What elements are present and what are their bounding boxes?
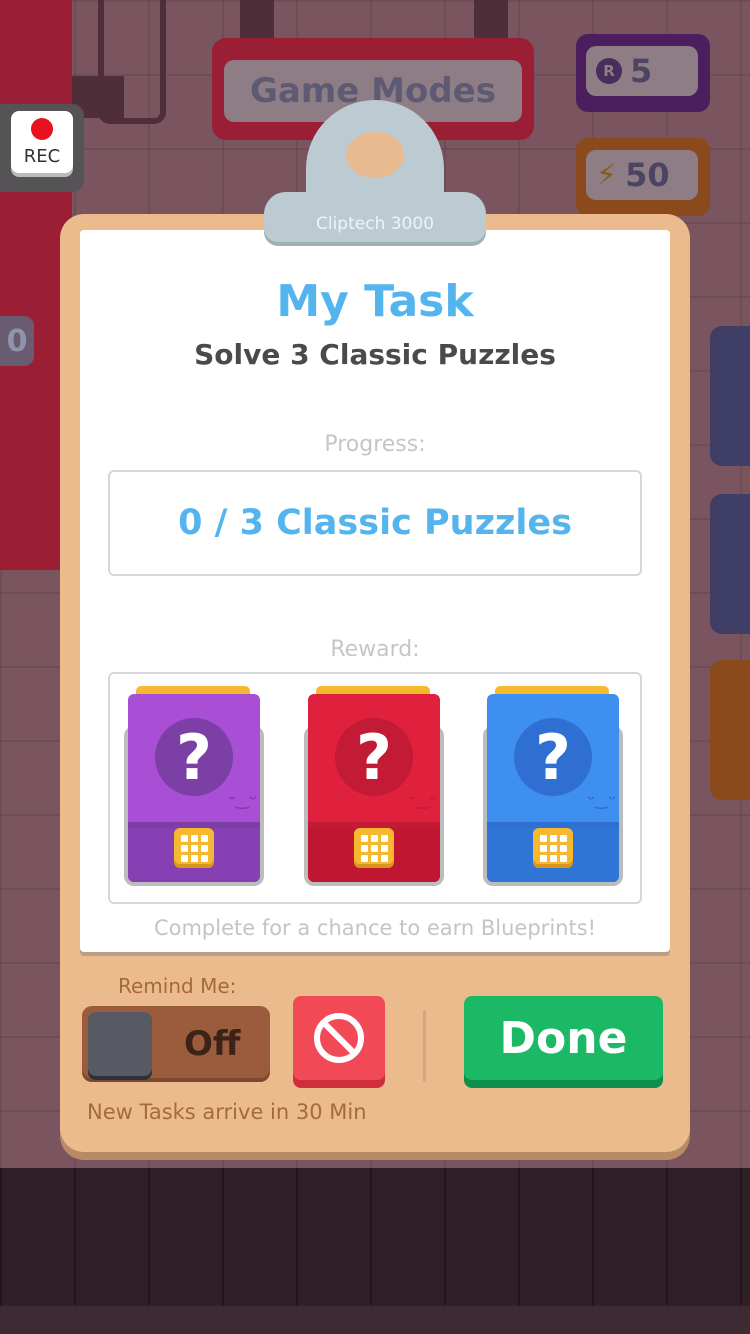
lightning-icon: ⚡: [596, 157, 618, 193]
energy-value: 50: [625, 156, 670, 194]
coin-icon: R: [596, 58, 622, 84]
toggle-state: Off: [184, 1024, 241, 1064]
smile-icon: ᵕ‿ᵕ: [408, 790, 437, 809]
record-label: REC: [23, 145, 61, 167]
currency-value: 5: [630, 52, 653, 90]
clip-hole: [346, 132, 404, 178]
crate-body: ? ᵕ‿ᵕ: [487, 694, 619, 882]
reward-crate-red: ? ᵕ‿ᵕ: [304, 686, 446, 886]
reward-crate-purple: ? ᵕ‿ᵕ: [124, 686, 266, 886]
remind-me-label: Remind Me:: [118, 974, 237, 998]
smile-icon: ᵕ‿ᵕ: [587, 790, 616, 809]
progress-box: 0 / 3 Classic Puzzles: [108, 470, 642, 576]
crate-body: ? ᵕ‿ᵕ: [128, 694, 260, 882]
left-counter: 0: [0, 316, 34, 366]
progress-text: 0 / 3 Classic Puzzles: [178, 503, 572, 543]
prohibited-icon: [314, 1013, 364, 1063]
new-tasks-info: New Tasks arrive in 30 Min: [87, 1100, 367, 1124]
cancel-task-button[interactable]: [293, 996, 385, 1080]
clip-brand: Cliptech 3000: [264, 192, 486, 242]
background-floor-lines: [0, 1168, 750, 1308]
background-floor-edge: [0, 1306, 750, 1334]
reward-crate-blue: ? ᵕ‿ᵕ: [483, 686, 625, 886]
question-mark-icon: ?: [155, 718, 233, 796]
crate-body: ? ᵕ‿ᵕ: [308, 694, 440, 882]
energy-counter: ⚡ 50: [576, 138, 710, 216]
side-tab: [710, 326, 750, 466]
record-button[interactable]: REC: [11, 111, 73, 173]
side-tab: [710, 660, 750, 800]
done-button[interactable]: Done: [464, 996, 663, 1080]
task-title: My Task: [276, 276, 474, 327]
reward-label: Reward:: [330, 637, 420, 662]
task-paper: My Task Solve 3 Classic Puzzles Progress…: [80, 230, 670, 952]
remind-me-toggle[interactable]: Off: [82, 1006, 270, 1082]
question-mark-icon: ?: [514, 718, 592, 796]
lock-icon: [354, 828, 394, 868]
lock-icon: [174, 828, 214, 868]
lock-icon: [533, 828, 573, 868]
reward-note: Complete for a chance to earn Blueprints…: [153, 916, 597, 940]
divider: [423, 1010, 426, 1082]
clipboard-clip: Cliptech 3000: [264, 100, 486, 244]
smile-icon: ᵕ‿ᵕ: [228, 790, 257, 809]
record-icon: [31, 117, 53, 140]
question-mark-icon: ?: [335, 718, 413, 796]
toggle-knob[interactable]: [88, 1012, 152, 1076]
currency-counter: R 5: [576, 34, 710, 112]
side-tab: [710, 494, 750, 634]
task-description: Solve 3 Classic Puzzles: [194, 338, 556, 371]
reward-box: ? ᵕ‿ᵕ ? ᵕ‿ᵕ ? ᵕ‿ᵕ: [108, 672, 642, 904]
progress-label: Progress:: [324, 432, 426, 457]
